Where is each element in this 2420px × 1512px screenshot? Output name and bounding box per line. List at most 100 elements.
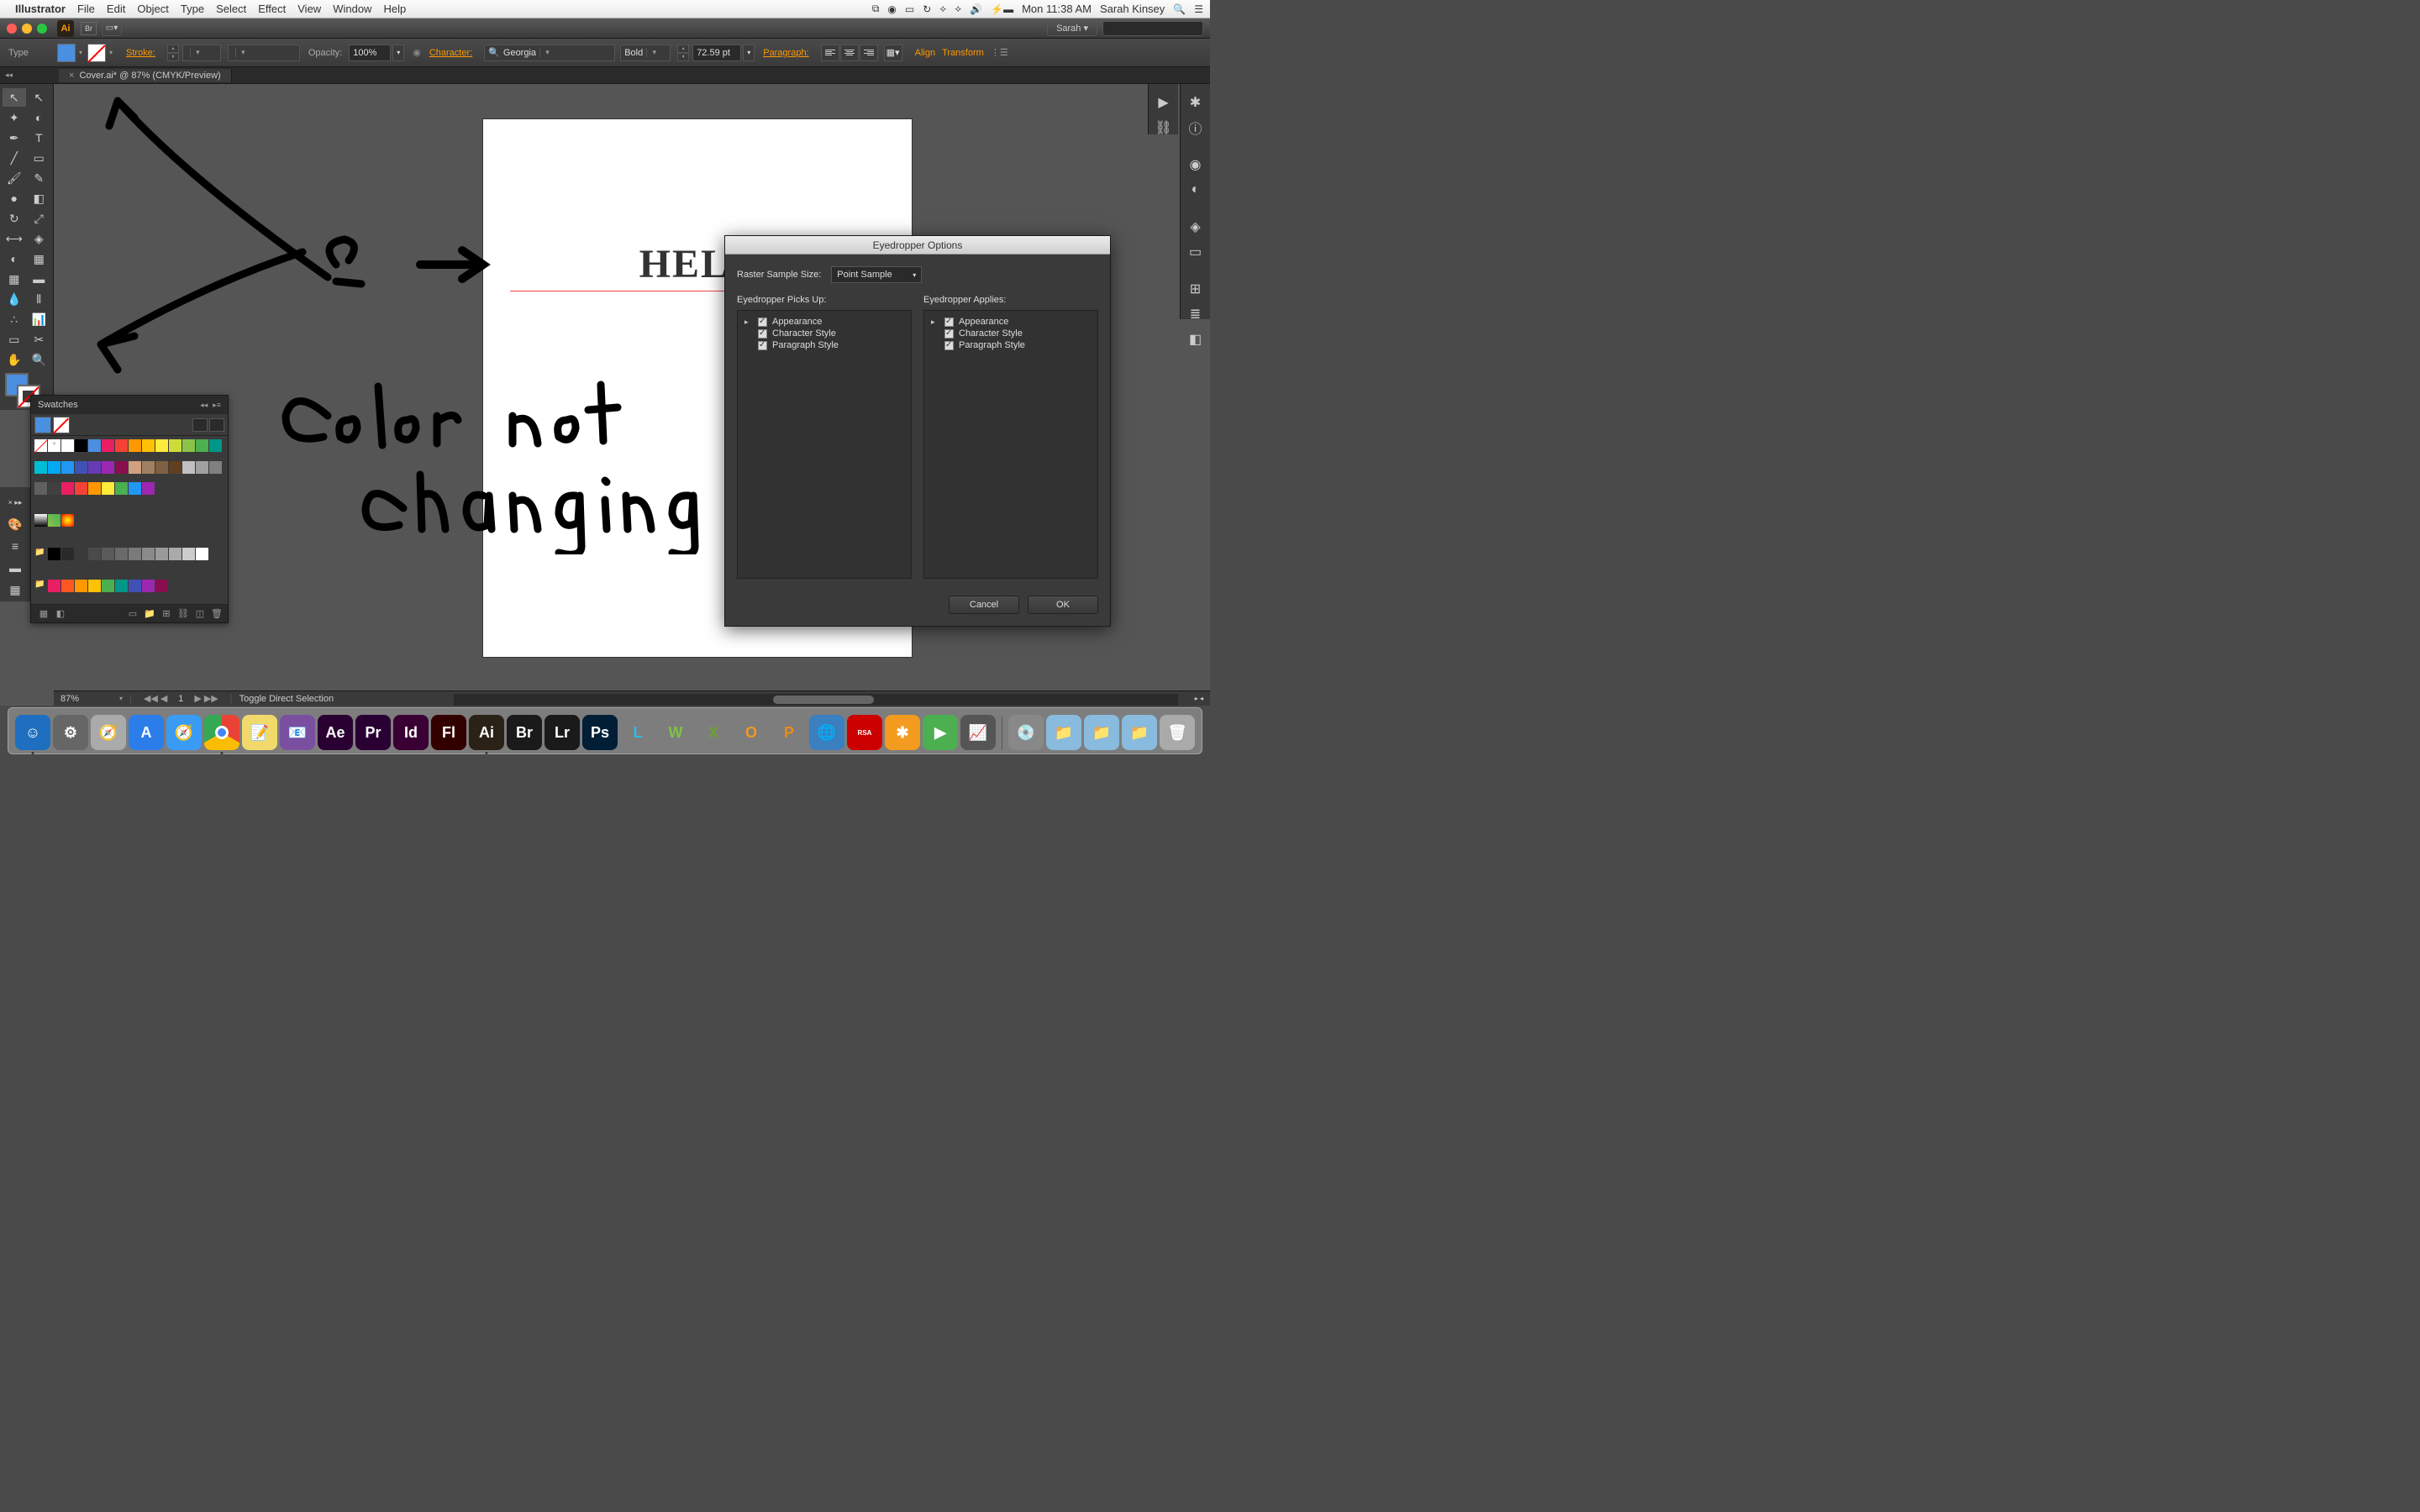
- eraser-tool[interactable]: ◧: [28, 189, 51, 207]
- menu-edit[interactable]: Edit: [107, 3, 125, 15]
- link-swatch-button[interactable]: ⛓: [176, 607, 191, 621]
- dock-bridge[interactable]: Br: [507, 715, 542, 750]
- applies-appearance[interactable]: ▸Appearance: [931, 316, 1091, 328]
- dock-play[interactable]: ▶: [923, 715, 958, 750]
- swatch-item[interactable]: [182, 548, 195, 560]
- swatch-folder[interactable]: 📁: [34, 580, 47, 592]
- control-menu-icon[interactable]: ⋮☰: [991, 47, 1008, 58]
- fontsize-stepper[interactable]: ▴▾: [677, 45, 689, 61]
- wifi-icon[interactable]: ⟡: [955, 3, 961, 15]
- new-group-button[interactable]: 📁: [142, 607, 157, 621]
- user-name[interactable]: Sarah Kinsey: [1100, 3, 1165, 15]
- swatch-item[interactable]: [102, 482, 114, 495]
- blob-brush-tool[interactable]: ●: [3, 189, 26, 207]
- delete-swatch-button[interactable]: 🗑: [209, 607, 224, 621]
- swatch-item[interactable]: [142, 461, 155, 474]
- swatch-item[interactable]: [34, 482, 47, 495]
- swatch-lib-button[interactable]: ▦: [36, 607, 51, 621]
- play-icon[interactable]: ▶: [1152, 91, 1176, 114]
- dock-premiere[interactable]: Pr: [355, 715, 391, 750]
- swatch-item[interactable]: [88, 439, 101, 452]
- swatch-item[interactable]: [88, 482, 101, 495]
- align-left-button[interactable]: [821, 45, 839, 61]
- dock-sysprefs[interactable]: ⚙: [53, 715, 88, 750]
- artboard-next[interactable]: ▶ ▶▶: [194, 693, 218, 704]
- app-name[interactable]: Illustrator: [15, 3, 66, 15]
- grid-options-button[interactable]: ▦▾: [884, 45, 902, 61]
- dock-star-app[interactable]: ✱: [885, 715, 920, 750]
- appearance-icon[interactable]: ◉: [1184, 153, 1207, 176]
- swatch-item[interactable]: [61, 439, 74, 452]
- picks-appearance[interactable]: ▸Appearance: [744, 316, 904, 328]
- symbol-sprayer-tool[interactable]: ∴: [3, 310, 26, 328]
- swatch-item[interactable]: [48, 482, 60, 495]
- lasso-tool[interactable]: ◐: [28, 108, 51, 127]
- sync-icon[interactable]: ↻: [923, 3, 931, 15]
- dock-safari[interactable]: 🧭: [166, 715, 202, 750]
- swatch-item[interactable]: [169, 548, 182, 560]
- font-family-dropdown[interactable]: 🔍 Georgia▾: [484, 45, 615, 61]
- dock-folder3[interactable]: 📁: [1122, 715, 1157, 750]
- panel-collapse-icon[interactable]: ◂◂: [200, 401, 208, 410]
- gradient-panel-icon[interactable]: ▬: [3, 558, 27, 578]
- active-stroke-swatch[interactable]: [53, 417, 70, 433]
- menu-object[interactable]: Object: [137, 3, 169, 15]
- dock-dvd[interactable]: 💿: [1008, 715, 1044, 750]
- brush-dropdown[interactable]: ▾: [228, 45, 300, 61]
- rectangle-tool[interactable]: ▭: [28, 149, 51, 167]
- battery-icon[interactable]: ⚡▬: [991, 3, 1013, 15]
- dock-chrome[interactable]: [204, 715, 239, 750]
- dock-stickies[interactable]: 📝: [242, 715, 277, 750]
- swatch-item[interactable]: [48, 548, 60, 560]
- selection-tool[interactable]: ↖: [3, 88, 26, 107]
- dock-illustrator[interactable]: Ai: [469, 715, 504, 750]
- stroke-dropdown[interactable]: ▾: [109, 49, 118, 56]
- swatch-item[interactable]: [115, 439, 128, 452]
- stroke-swatch[interactable]: [87, 44, 106, 62]
- line-tool[interactable]: ╱: [3, 149, 26, 167]
- swatch-item[interactable]: [102, 580, 114, 592]
- dock-trash[interactable]: 🗑: [1160, 715, 1195, 750]
- dock-o-app[interactable]: O: [734, 715, 769, 750]
- menu-window[interactable]: Window: [333, 3, 371, 15]
- swatch-item[interactable]: [48, 461, 60, 474]
- layers-icon[interactable]: ◈: [1184, 215, 1207, 239]
- pencil-tool[interactable]: ✎: [28, 169, 51, 187]
- align-right-button[interactable]: [860, 45, 878, 61]
- swatch-item[interactable]: [209, 461, 222, 474]
- swatches-header[interactable]: Swatches ◂◂ ▸≡: [31, 396, 228, 414]
- swatch-item[interactable]: [196, 439, 208, 452]
- tab-collapse[interactable]: ◂◂: [5, 71, 13, 80]
- free-transform-tool[interactable]: ◈: [28, 229, 51, 248]
- sample-size-dropdown[interactable]: Point Sample▾: [831, 266, 922, 283]
- fill-swatch[interactable]: [57, 44, 76, 62]
- swatch-item[interactable]: [129, 482, 141, 495]
- dock-x-app[interactable]: X: [696, 715, 731, 750]
- cancel-button[interactable]: Cancel: [949, 596, 1019, 614]
- swatch-item[interactable]: [182, 461, 195, 474]
- swatch-item[interactable]: [155, 439, 168, 452]
- swatch-item[interactable]: [142, 439, 155, 452]
- swatch-item[interactable]: [196, 461, 208, 474]
- stroke-link[interactable]: Stroke:: [126, 48, 155, 58]
- document-tab[interactable]: ×Cover.ai* @ 87% (CMYK/Preview): [59, 69, 232, 82]
- swatch-item[interactable]: [34, 439, 47, 452]
- swatch-item[interactable]: [75, 439, 87, 452]
- dock-securid[interactable]: RSA: [847, 715, 882, 750]
- fontsize-dropdown[interactable]: ▾: [743, 45, 755, 61]
- opacity-input[interactable]: [349, 45, 391, 61]
- swatch-item[interactable]: [142, 548, 155, 560]
- stroke-panel-icon[interactable]: ≡: [3, 536, 27, 556]
- stroke-weight[interactable]: ▾: [182, 45, 221, 61]
- color-panel-icon[interactable]: 🎨: [3, 514, 27, 534]
- dock-flash[interactable]: Fl: [431, 715, 466, 750]
- artboard-prev[interactable]: ◀◀ ◀: [144, 693, 167, 704]
- notifications-icon[interactable]: ☰: [1194, 3, 1203, 15]
- swatch-item[interactable]: [61, 514, 74, 527]
- zoom-window[interactable]: [37, 24, 47, 34]
- swatch-item[interactable]: ✦: [48, 439, 60, 452]
- menu-select[interactable]: Select: [216, 3, 246, 15]
- magic-wand-tool[interactable]: ✦: [3, 108, 26, 127]
- swatch-item[interactable]: [88, 580, 101, 592]
- info-icon[interactable]: ⓘ: [1184, 116, 1207, 139]
